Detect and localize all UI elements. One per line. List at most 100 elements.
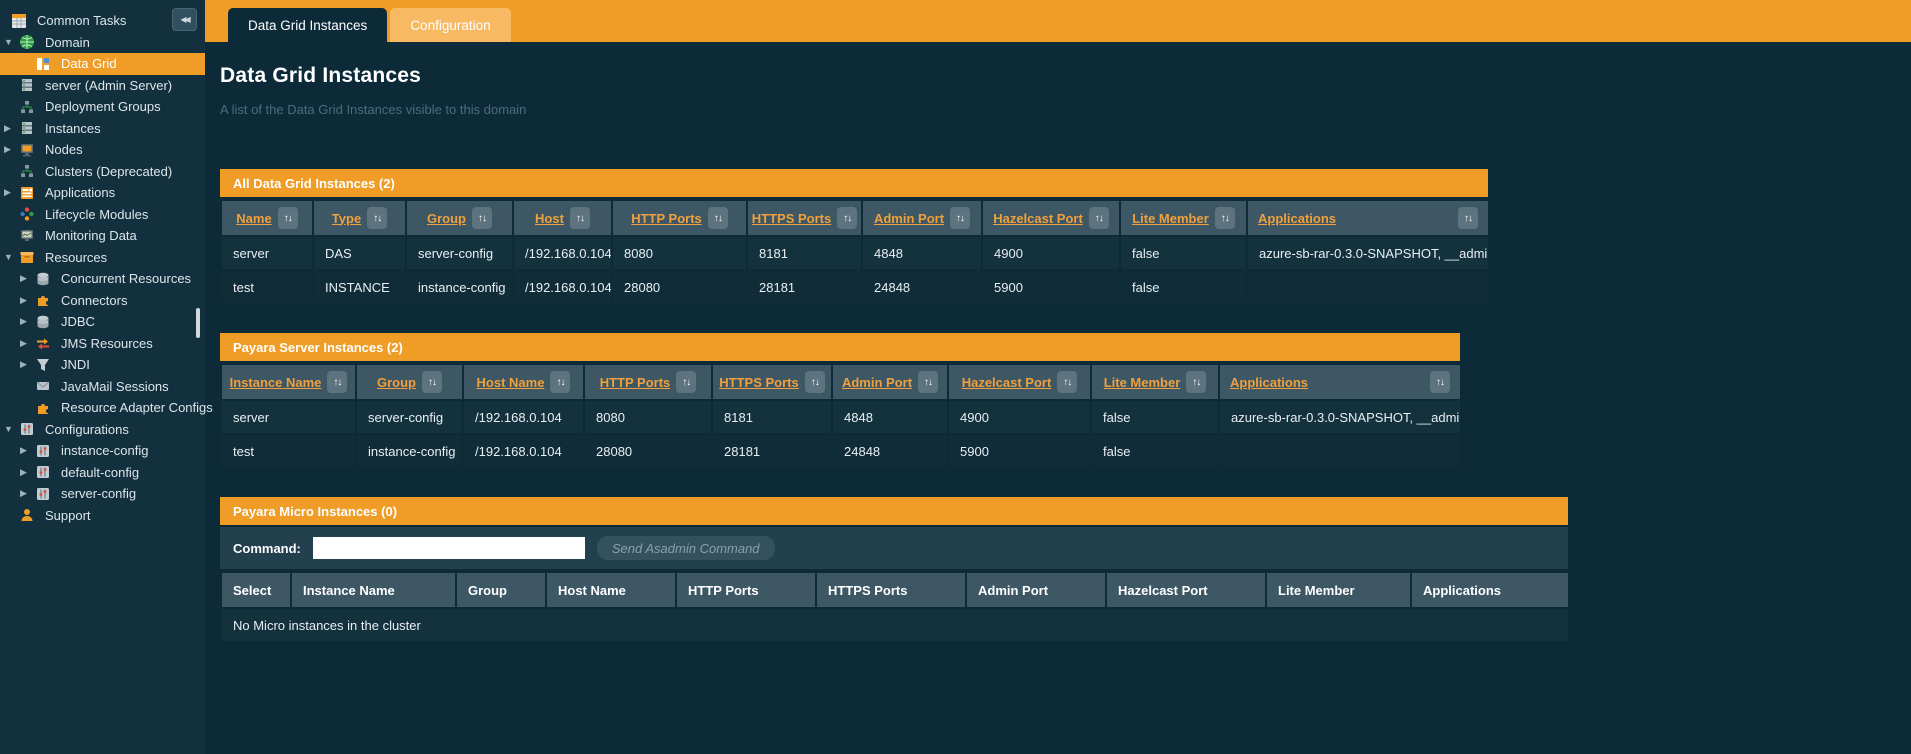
sort-icon[interactable]: ↑↓ <box>278 207 298 229</box>
table-header-row: Name ↑↓ Type ↑↓ Group ↑↓ Host ↑↓ HTTP Ports ↑… <box>221 200 1489 236</box>
sort-icon[interactable]: ↑↓ <box>422 371 442 393</box>
sidebar-scrollbar[interactable] <box>196 308 200 338</box>
arrows-icon <box>36 336 52 350</box>
tab-configuration[interactable]: Configuration <box>390 8 510 42</box>
sidebar-item-server-config[interactable]: ▶ server-config <box>0 483 205 505</box>
lifecycle-icon <box>20 207 36 221</box>
caret-right-icon[interactable]: ▶ <box>20 316 36 327</box>
sidebar-item-instance-config[interactable]: ▶ instance-config <box>0 440 205 462</box>
sort-icon[interactable]: ↑↓ <box>950 207 970 229</box>
sort-icon[interactable]: ↑↓ <box>1186 371 1206 393</box>
caret-down-icon[interactable]: ▼ <box>4 252 20 262</box>
sort-icon[interactable]: ↑↓ <box>472 207 492 229</box>
column-sort-link[interactable]: Type <box>332 211 361 226</box>
column-sort-link[interactable]: Name <box>236 211 271 226</box>
sort-icon[interactable]: ↑↓ <box>367 207 387 229</box>
table-cell: 28181 <box>712 434 832 468</box>
sidebar-item-deployment-groups[interactable]: Deployment Groups <box>0 96 205 118</box>
sidebar-item-applications[interactable]: ▶ Applications <box>0 182 205 204</box>
caret-right-icon[interactable]: ▶ <box>20 488 36 499</box>
column-sort-link[interactable]: HTTP Ports <box>600 375 671 390</box>
caret-down-icon[interactable]: ▼ <box>4 37 20 47</box>
column-sort-link[interactable]: Group <box>427 211 466 226</box>
column-header: Select <box>221 572 291 608</box>
sidebar-item-configurations[interactable]: ▼ Configurations <box>0 419 205 441</box>
caret-right-icon[interactable]: ▶ <box>20 445 36 456</box>
table-cell: 8080 <box>584 400 712 434</box>
sidebar-collapse-button[interactable]: ◀◀ <box>172 8 197 31</box>
column-sort-link[interactable]: Applications <box>1230 375 1308 390</box>
sidebar-item-default-config[interactable]: ▶ default-config <box>0 462 205 484</box>
send-asadmin-command-button[interactable]: Send Asadmin Command <box>597 536 775 560</box>
section-header: Payara Micro Instances (0) <box>220 497 1568 525</box>
sort-icon[interactable]: ↑↓ <box>708 207 728 229</box>
caret-right-icon[interactable]: ▶ <box>4 144 20 155</box>
table-cell <box>1247 270 1489 304</box>
sidebar-item-nodes[interactable]: ▶ Nodes <box>0 139 205 161</box>
tree-icon <box>20 100 36 114</box>
sidebar-item-resources[interactable]: ▼ Resources <box>0 247 205 269</box>
sort-icon[interactable]: ↑↓ <box>1215 207 1235 229</box>
sidebar-item-data-grid[interactable]: Data Grid <box>0 53 205 75</box>
caret-right-icon[interactable]: ▶ <box>20 273 36 284</box>
sidebar-item-jndi[interactable]: ▶ JNDI <box>0 354 205 376</box>
caret-right-icon[interactable]: ▶ <box>20 359 36 370</box>
sort-icon[interactable]: ↑↓ <box>1057 371 1077 393</box>
column-header: Applications <box>1411 572 1569 608</box>
sidebar-item-jdbc[interactable]: ▶ JDBC <box>0 311 205 333</box>
sidebar-item-monitoring-data[interactable]: Monitoring Data <box>0 225 205 247</box>
tab-data-grid-instances[interactable]: Data Grid Instances <box>228 8 387 42</box>
column-sort-link[interactable]: Admin Port <box>874 211 944 226</box>
sort-icon[interactable]: ↑↓ <box>837 207 857 229</box>
puzzle-icon <box>36 293 52 307</box>
sidebar-item-jms-resources[interactable]: ▶ JMS Resources <box>0 333 205 355</box>
sidebar-item-domain[interactable]: ▼ Domain <box>0 32 205 54</box>
table-cell: 5900 <box>982 270 1120 304</box>
sidebar-item-instances[interactable]: ▶ Instances <box>0 118 205 140</box>
column-sort-link[interactable]: HTTPS Ports <box>719 375 798 390</box>
column-sort-link[interactable]: HTTPS Ports <box>752 211 831 226</box>
applications-icon <box>20 186 36 200</box>
caret-down-icon[interactable]: ▼ <box>4 424 20 434</box>
column-sort-link[interactable]: Host <box>535 211 564 226</box>
sort-icon[interactable]: ↑↓ <box>1089 207 1109 229</box>
sort-icon[interactable]: ↑↓ <box>676 371 696 393</box>
caret-right-icon[interactable]: ▶ <box>20 467 36 478</box>
column-sort-link[interactable]: Lite Member <box>1104 375 1181 390</box>
column-sort-link[interactable]: Applications <box>1258 211 1336 226</box>
column-sort-link[interactable]: Instance Name <box>230 375 322 390</box>
table-cell: 28181 <box>747 270 862 304</box>
sort-icon[interactable]: ↑↓ <box>570 207 590 229</box>
sidebar-item-javamail-sessions[interactable]: JavaMail Sessions <box>0 376 205 398</box>
sidebar-item-support[interactable]: Support <box>0 505 205 527</box>
caret-right-icon[interactable]: ▶ <box>4 187 20 198</box>
sort-icon[interactable]: ↑↓ <box>550 371 570 393</box>
sidebar-item-concurrent-resources[interactable]: ▶ Concurrent Resources <box>0 268 205 290</box>
sort-icon[interactable]: ↑↓ <box>805 371 825 393</box>
column-sort-link[interactable]: HTTP Ports <box>631 211 702 226</box>
column-sort-link[interactable]: Admin Port <box>842 375 912 390</box>
column-header: HTTPS Ports <box>816 572 966 608</box>
column-sort-link[interactable]: Lite Member <box>1132 211 1209 226</box>
column-sort-link[interactable]: Hazelcast Port <box>962 375 1052 390</box>
sidebar-item-connectors[interactable]: ▶ Connectors <box>0 290 205 312</box>
sidebar-item-resource-adapter-configs[interactable]: Resource Adapter Configs <box>0 397 205 419</box>
tasks-icon <box>12 14 28 28</box>
sidebar-item-server-admin[interactable]: server (Admin Server) <box>0 75 205 97</box>
sort-icon[interactable]: ↑↓ <box>1430 371 1450 393</box>
column-sort-link[interactable]: Host Name <box>477 375 545 390</box>
table-cell: /192.168.0.104 <box>513 236 612 270</box>
monitoring-icon <box>20 229 36 243</box>
sort-icon[interactable]: ↑↓ <box>327 371 347 393</box>
caret-right-icon[interactable]: ▶ <box>20 338 36 349</box>
caret-right-icon[interactable]: ▶ <box>20 295 36 306</box>
sort-icon[interactable]: ↑↓ <box>1458 207 1478 229</box>
table-cell <box>1219 434 1461 468</box>
column-sort-link[interactable]: Group <box>377 375 416 390</box>
command-input[interactable] <box>313 537 585 559</box>
sidebar-item-lifecycle-modules[interactable]: Lifecycle Modules <box>0 204 205 226</box>
sort-icon[interactable]: ↑↓ <box>918 371 938 393</box>
column-sort-link[interactable]: Hazelcast Port <box>993 211 1083 226</box>
sidebar-item-clusters[interactable]: Clusters (Deprecated) <box>0 161 205 183</box>
caret-right-icon[interactable]: ▶ <box>4 123 20 134</box>
